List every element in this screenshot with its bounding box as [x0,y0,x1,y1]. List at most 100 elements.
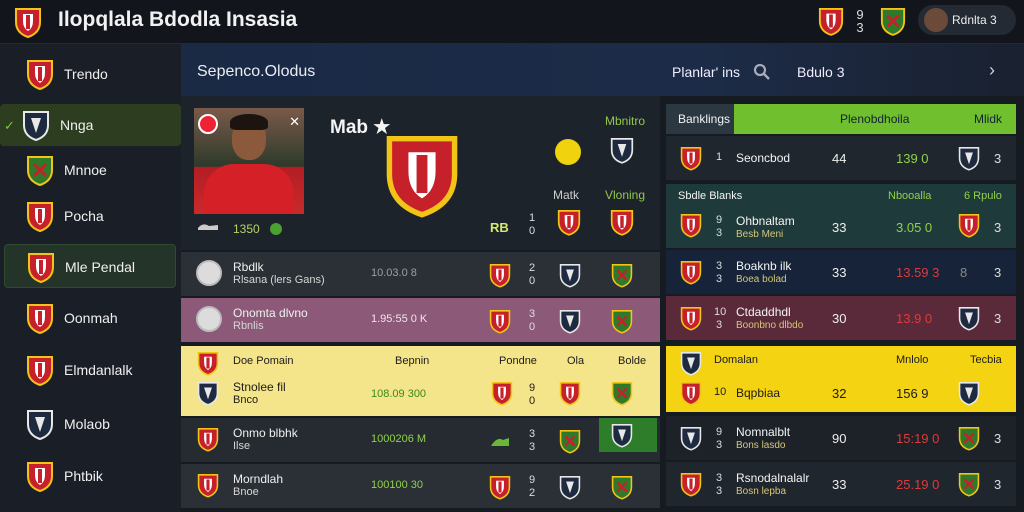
top-counter: 9 3 [854,8,866,34]
sidebar-item-molaob[interactable]: Molaob [4,402,176,446]
row-head-name: Domalan [714,354,759,366]
row-stat: 108.09 300 [371,388,427,400]
crest-icon[interactable] [610,208,634,236]
row-subtitle: Ilse [233,440,251,452]
team-points: 44 [832,151,847,166]
ranking-row[interactable]: 33 Boaknb ilk Boea bolad 33 13.59 3 8 3 [666,250,1016,294]
sidebar-item-elmdanlalk[interactable]: Elmdanlalk [4,348,176,392]
row-head-col: Bolde [618,355,647,367]
rank-stack: 33 [714,472,724,498]
crest-icon[interactable] [557,208,581,236]
sidebar-item-label: Oonmah [64,310,118,326]
sidebar-item-label: Pocha [64,208,104,224]
team-rank: 3 [994,431,1002,446]
large-crest-icon [384,130,460,218]
team-score: 139 0 [896,151,929,166]
subsection-title: Sbdle Blanks [678,190,743,202]
search-icon[interactable] [753,63,771,81]
sidebar-item-label: Nnga [60,117,94,133]
subsection-col: 6 Rpulo [964,190,1002,202]
ranking-row[interactable]: Sbdle Blanks Nbooalla 6 Rpulo 93 Ohbnalt… [666,184,1016,248]
table-row[interactable]: Onomta dlvno Rbnlis 1.95:55 0 K 30 [181,298,660,342]
row-subtitle: Rbnlis [233,320,264,332]
avatar [196,306,222,332]
crest-icon [26,460,54,492]
crest-icon [680,305,702,331]
yellow-badge-icon[interactable] [555,139,581,165]
top-counter-b: 3 [856,20,864,35]
team-sub: Bosn lepba [736,486,787,497]
sidebar-item-mnnoe[interactable]: Mnnoe [4,148,176,192]
team-rank: 3 [994,265,1002,280]
table-row[interactable]: Onmo blbhk Ilse 1000206 M 33 [181,418,660,462]
stack-value: 0 [528,395,536,407]
sidebar: Trendo ✓ Nnga Mnnoe Pocha Mle Pendal Oon… [0,44,181,512]
avatar [924,8,948,32]
sidebar-item-mle-pendal[interactable]: Mle Pendal [4,244,176,288]
chevron-right-icon[interactable]: › [989,60,995,81]
status-dot-icon [270,223,282,235]
stack-value: 3 [528,441,536,453]
sidebar-item-nnga[interactable]: ✓ Nnga [0,104,181,146]
sidebar-item-label: Molaob [64,416,110,432]
crest-icon [680,259,702,285]
ranking-row[interactable]: 1 Seoncbod 44 139 0 3 [666,136,1016,180]
boot-icon [198,224,218,230]
ranking-row[interactable]: 93 Nomnalblt Bons lasdo 90 15:19 0 3 [666,416,1016,460]
team-score: 3.05 0 [896,220,933,235]
team-name: Nomnalblt [736,425,791,439]
rankings-title: Banklings [678,112,731,126]
team-name: Boaknb ilk [736,259,792,273]
close-icon[interactable]: ✕ [289,114,300,130]
team-sub: Boonbno dlbdo [736,320,804,331]
row-head-name: Doe Pomain [233,355,294,367]
crest-icon [680,425,702,451]
ranking-row-highlighted[interactable]: Domalan Mnlolo Tecbia 10 Bqpbiaa 32 156 … [666,346,1016,412]
sidebar-item-label: Mnnoe [64,162,107,178]
team-crest-icon[interactable] [818,6,844,36]
ranking-row[interactable]: 33 Rsnodalnalalr Bosn lepba 33 25.19 0 3 [666,462,1016,506]
sidebar-item-trendo[interactable]: Trendo [4,52,176,96]
search-label[interactable]: Planlar' ins [672,64,740,80]
crest-icon [559,380,581,406]
row-stat: 1.95:55 0 K [371,313,428,325]
player-photo[interactable]: ✕ [194,108,304,214]
table-row[interactable]: Rbdlk Rlsana (lers Gans) 10.03.0 8 20 [181,252,660,296]
page-title: Sepenco.Olodus [197,63,316,80]
crest-icon [22,109,50,141]
stack-value: 3 [528,308,536,320]
stack-value: 3 [715,319,723,331]
sidebar-item-phtbik[interactable]: Phtbik [4,454,176,498]
stack-value: 0 [528,225,536,237]
row-head-col: Tecbia [970,354,1002,366]
crest-icon [680,471,702,497]
column-header-viewing: Vloning [605,188,646,202]
row-name: Stnolee fil [233,380,286,394]
team-value: 8 [960,265,968,280]
table-row-highlighted[interactable]: Doe Pomain Bepnin Pondne Ola Bolde Stnol… [181,346,660,416]
row-head-col: Pondne [499,355,537,367]
app-logo-icon[interactable] [14,6,42,38]
team-name: Rsnodalnalalr [736,471,810,485]
crest-icon [197,426,219,452]
badge-label[interactable]: Bdulo 3 [797,64,844,80]
row-name: Morndlah [233,472,284,486]
stack-value: 9 [528,382,536,394]
team-score: 15:19 0 [896,431,940,446]
column-header-monitor: Mbnitro [605,114,646,128]
ranking-row[interactable]: 10 3 Ctdaddhdl Boonbno dlbdo 30 13.9 0 3 [666,296,1016,340]
row-name: Onomta dlvno [233,306,308,320]
sidebar-item-pocha[interactable]: Pocha [4,194,176,238]
team-score: 25.19 0 [896,477,940,492]
sidebar-item-oonmah[interactable]: Oonmah [4,296,176,340]
team-name: Bqpbiaa [736,386,781,400]
rankings-panel: Banklings Plenobdhoila Mlidk 1 Seoncbod … [666,104,1016,512]
user-profile-button[interactable]: Rdnlta 3 [918,5,1016,35]
rank-stack: 93 [714,426,724,452]
sidebar-item-label: Elmdanlalk [64,362,133,378]
row-stat: 1000206 M [371,433,427,445]
crest-icon[interactable] [610,136,634,164]
table-row[interactable]: Morndlah Bnoe 100100 30 92 [181,464,660,508]
rank-stack: 10 3 [714,306,726,332]
club-crest-icon[interactable] [880,6,906,36]
